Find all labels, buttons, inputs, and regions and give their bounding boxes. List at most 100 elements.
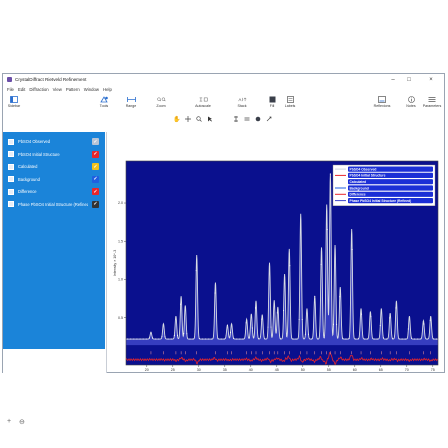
pattern-item-initial-structure[interactable]: PbSO4 Initial Structure ✓	[3, 148, 105, 161]
observed-point	[382, 337, 384, 339]
observed-point	[264, 338, 266, 340]
visibility-checkbox[interactable]: ✓	[92, 138, 99, 145]
maximize-button[interactable]: □	[401, 74, 417, 85]
labels-label: Labels	[284, 104, 296, 108]
observed-point	[127, 338, 129, 340]
range-label: Range	[125, 104, 137, 108]
pattern-icon	[8, 201, 14, 207]
visibility-checkbox[interactable]: ✓	[92, 200, 99, 208]
observed-point	[148, 337, 150, 339]
reflexions-button[interactable]: Reflexions	[371, 95, 393, 112]
observed-point	[139, 338, 141, 340]
pointer-tool-icon[interactable]	[206, 115, 214, 123]
observed-point	[389, 317, 391, 319]
observed-point	[192, 338, 194, 340]
range-button[interactable]: Range	[120, 95, 142, 112]
close-button[interactable]: ×	[423, 74, 439, 85]
observed-point	[158, 338, 160, 340]
parameters-button[interactable]: Parameters	[421, 95, 443, 112]
menu-edit[interactable]: Edit	[18, 87, 25, 92]
x-tick-label: 30	[197, 368, 201, 372]
observed-point	[345, 338, 347, 340]
plot-area[interactable]: 2025303540455055606570750.51.01.52.02θ (…	[111, 132, 444, 378]
menu-view[interactable]: View	[53, 87, 62, 92]
pattern-item-calculated[interactable]: Calculated ✓	[3, 160, 105, 173]
observed-point	[426, 338, 428, 340]
menu-help[interactable]: Help	[103, 87, 112, 92]
observed-point	[292, 338, 294, 340]
observed-point	[226, 324, 228, 326]
legend-entry-label: Phase PbSO4 Initial Structure (Refined)	[350, 199, 412, 203]
observed-point	[320, 263, 322, 265]
stack-button[interactable]: Stack	[231, 95, 253, 112]
observed-point	[276, 312, 278, 314]
add-pattern-button[interactable]: +	[7, 418, 11, 425]
observed-point	[214, 292, 216, 294]
hand-tool-icon[interactable]: ✋	[173, 115, 181, 123]
autoscale-label: Autoscale	[195, 104, 211, 108]
parameters-icon	[428, 95, 437, 103]
observed-point	[223, 338, 225, 340]
cursor-tool-icon[interactable]	[232, 115, 240, 123]
y-tick-label: 1.5	[118, 239, 123, 243]
pattern-item-difference[interactable]: Difference ✓	[3, 185, 105, 198]
observed-point	[435, 338, 437, 340]
observed-point	[342, 338, 344, 340]
observed-point	[289, 265, 291, 267]
autoscale-button[interactable]: Autoscale	[192, 95, 214, 112]
tools-button[interactable]: Tools	[93, 95, 115, 112]
observed-point	[220, 338, 222, 340]
labels-button[interactable]: Labels	[279, 95, 301, 112]
observed-point	[151, 337, 154, 339]
visibility-checkbox[interactable]: ✓	[92, 175, 99, 183]
observed-point	[161, 336, 163, 338]
remove-pattern-button[interactable]: ⊖	[19, 418, 25, 426]
visibility-checkbox[interactable]: ✓	[92, 163, 99, 170]
lens-tool-icon[interactable]	[254, 115, 262, 123]
observed-point	[136, 338, 138, 340]
pattern-item-background[interactable]: Background ✓	[3, 173, 105, 186]
menu-bar: File Edit Diffraction View Pattern Windo…	[3, 85, 444, 93]
legend-entry-label: PbSO4 Observed	[350, 167, 377, 171]
observed-point	[261, 318, 263, 320]
menu-diffraction[interactable]: Diffraction	[29, 87, 48, 92]
move-tool-icon[interactable]	[184, 115, 192, 123]
x-tick-label: 25	[171, 368, 175, 372]
observed-point	[189, 338, 191, 340]
zoom-button[interactable]: Zoom	[150, 95, 172, 112]
sidebar-toggle-button[interactable]: Sidebar	[3, 95, 25, 112]
pattern-label: Difference	[18, 189, 37, 194]
fill-label: Fill	[269, 104, 275, 108]
observed-point	[351, 248, 353, 251]
notes-button[interactable]: Notes	[400, 95, 422, 112]
observed-point	[195, 270, 197, 272]
observed-point	[361, 313, 363, 315]
stack-icon	[237, 95, 247, 103]
x-tick-label: 60	[353, 368, 357, 372]
visibility-checkbox[interactable]: ✓	[92, 188, 99, 195]
x-tick-label: 20	[145, 368, 149, 372]
diffraction-chart[interactable]: 2025303540455055606570750.51.01.52.02θ (…	[111, 132, 444, 378]
zoom-tool-icon[interactable]	[195, 115, 203, 123]
measure-tool-icon[interactable]	[265, 115, 273, 123]
menu-pattern[interactable]: Pattern	[66, 87, 80, 92]
observed-point	[258, 338, 260, 340]
observed-point	[385, 338, 388, 340]
observed-point	[270, 326, 272, 328]
observed-point	[395, 307, 397, 309]
observed-point	[420, 338, 422, 340]
observed-point	[329, 173, 331, 175]
minimize-button[interactable]: –	[385, 74, 401, 85]
pattern-item-phase-refined[interactable]: Phase PbSO4 Initial Structure (Refined) …	[3, 198, 105, 211]
pattern-item-observed[interactable]: PbSO4 Observed ✓	[3, 135, 105, 148]
observed-point	[414, 338, 416, 340]
observed-point	[142, 338, 144, 340]
fill-icon	[268, 95, 277, 103]
observed-point	[229, 331, 232, 333]
app-window: CrystalDiffract Rietveld Refinement – □ …	[2, 73, 445, 426]
bars-tool-icon[interactable]	[243, 115, 251, 123]
menu-file[interactable]: File	[7, 87, 14, 92]
visibility-checkbox[interactable]: ✓	[92, 150, 99, 158]
menu-window[interactable]: Window	[84, 87, 99, 92]
pattern-icon	[8, 188, 14, 195]
